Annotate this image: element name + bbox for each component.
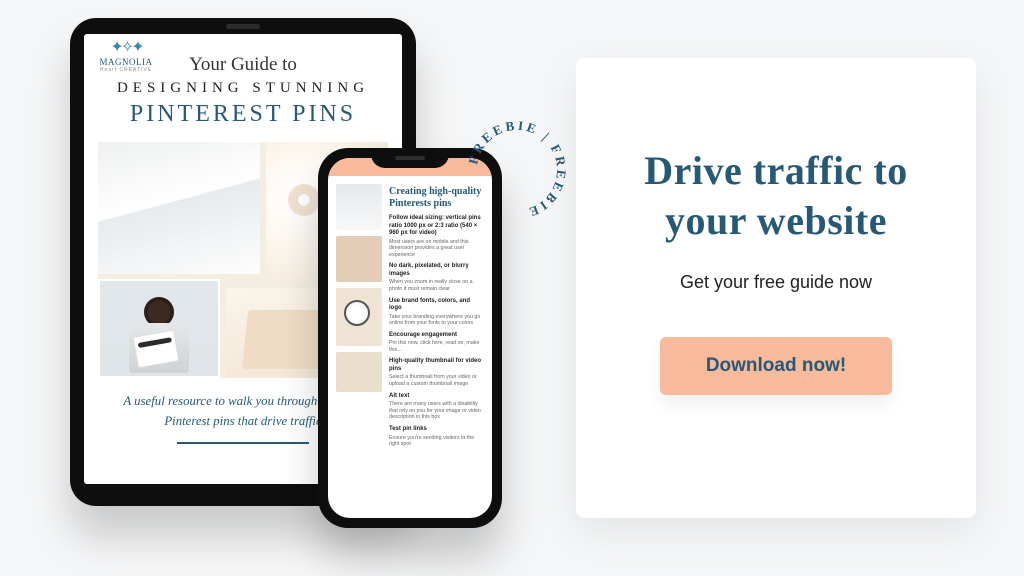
phone-tip-body: Select a thumbnail from your video or up…: [389, 374, 484, 387]
cta-card: Drive traffic to your website Get your f…: [576, 58, 976, 518]
person-icon: [129, 297, 189, 371]
collage-portrait: [98, 279, 220, 378]
phone-tip-body: Pin this now, click here, read on, make …: [389, 340, 484, 353]
cta-heading: Drive traffic to your website: [610, 146, 942, 246]
phone-tip-title: No dark, pixelated, or blurry images: [389, 263, 484, 278]
phone-tip-body: Most users are on mobile and this dimens…: [389, 239, 484, 259]
device-mockups: ✦✧✦ MAGNOLIA Heart CREATIVE Your Guide t…: [70, 18, 550, 558]
phone-tip-title: Encourage engagement: [389, 332, 484, 340]
guide-title-line2: PINTEREST PINS: [130, 101, 356, 128]
phone-tip-body: There are many users with a disability t…: [389, 401, 484, 421]
phone-thumbnails: [336, 184, 382, 518]
phone-article: Creating high-quality Pinterests pins Fo…: [389, 184, 484, 518]
brand-logo: ✦✧✦ MAGNOLIA Heart CREATIVE: [98, 44, 154, 73]
phone-tip-title: Alt text: [389, 393, 484, 401]
guide-title-line1: DESIGNING STUNNING: [117, 80, 369, 97]
leaf-icon: ✦✧✦: [98, 44, 154, 54]
phone-notch: [371, 148, 449, 168]
download-button[interactable]: Download now!: [660, 337, 892, 395]
brand-name: MAGNOLIA: [98, 57, 154, 67]
guide-pretitle: Your Guide to: [189, 54, 297, 76]
phone-tip-body: When you zoom in really close on a photo…: [389, 279, 484, 292]
phone-tip-title: High-quality thumbnail for video pins: [389, 358, 484, 373]
freebie-badge-text: FREEBIE | FREEBIE: [465, 118, 569, 221]
brand-tagline: Heart CREATIVE: [98, 67, 154, 73]
collage-laptop: [98, 142, 260, 274]
phone-tip-title: Test pin links: [389, 426, 484, 434]
freebie-badge: FREEBIE | FREEBIE: [465, 118, 569, 222]
cta-subheading: Get your free guide now: [680, 272, 872, 293]
phone-tip-title: Use brand fonts, colors, and logo: [389, 298, 484, 313]
phone-tip-body: Ensure you're sending visitors to the ri…: [389, 435, 484, 448]
divider-rule: [177, 442, 309, 444]
phone-tip-body: Take your branding everywhere you go onl…: [389, 314, 484, 327]
